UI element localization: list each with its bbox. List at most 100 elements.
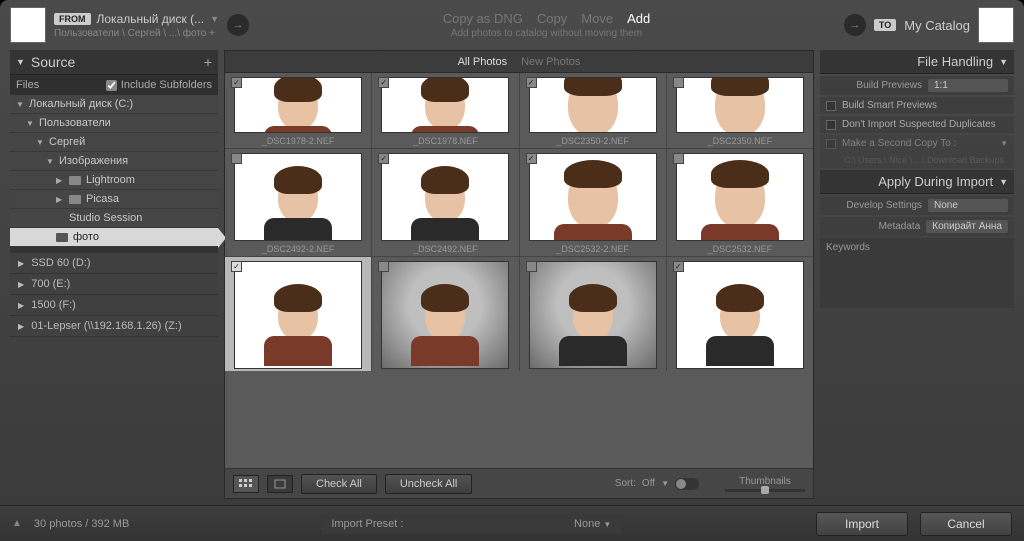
tree-item[interactable]: ▶Picasa <box>10 190 218 209</box>
thumbnail-cell[interactable]: ✓ _DSC2532-2.NEF <box>520 149 666 256</box>
include-subfolders-toggle[interactable]: Include Subfolders <box>106 79 212 91</box>
thumbnail-cell[interactable]: ✓ <box>667 257 813 371</box>
loupe-view-button[interactable] <box>267 475 293 493</box>
thumbnail-cell[interactable]: ✓ <box>225 257 371 371</box>
uncheck-all-button[interactable]: Uncheck All <box>385 474 472 494</box>
cancel-button[interactable]: Cancel <box>920 512 1012 536</box>
thumbnail-image[interactable] <box>529 77 657 133</box>
thumbnail-cell[interactable]: ✓ _DSC1978.NEF <box>372 73 518 148</box>
thumbnail-cell[interactable]: ✓_DSC2492.NEF <box>372 149 518 256</box>
tree-item[interactable]: ▼Пользователи <box>10 114 218 133</box>
tree-item[interactable]: Studio Session <box>10 209 218 228</box>
tree-item[interactable]: ▼Сергей <box>10 133 218 152</box>
thumbnail-checkbox[interactable] <box>231 153 242 164</box>
sort-dropdown-icon[interactable]: ▼ <box>661 479 669 488</box>
thumbnail-checkbox[interactable]: ✓ <box>231 261 242 272</box>
second-copy-label: Make a Second Copy To : <box>842 138 956 149</box>
thumbnail-checkbox[interactable] <box>673 153 684 164</box>
thumbnail-checkbox[interactable]: ✓ <box>378 77 389 88</box>
check-all-button[interactable]: Check All <box>301 474 377 494</box>
thumbnail-cell[interactable] <box>372 257 518 371</box>
import-mode-copy[interactable]: Copy <box>537 11 567 26</box>
action-subtitle: Add photos to catalog without moving the… <box>257 28 836 39</box>
smart-previews-checkbox[interactable] <box>826 101 836 111</box>
tab-new-photos[interactable]: New Photos <box>521 56 580 68</box>
thumbnail-cell[interactable]: _DSC2532.NEF <box>667 149 813 256</box>
thumbnail-checkbox[interactable]: ✓ <box>378 153 389 164</box>
tree-item[interactable]: ▶Lightroom <box>10 171 218 190</box>
import-mode-add[interactable]: Add <box>627 11 650 26</box>
thumbnail-image[interactable] <box>381 261 509 369</box>
thumbnail-filename: _DSC2492-2.NEF <box>262 244 335 254</box>
thumbnail-image[interactable] <box>529 153 657 241</box>
import-preset-select[interactable]: Import Preset : None ▼ <box>321 514 621 534</box>
thumbnail-image[interactable] <box>529 261 657 369</box>
thumbnail-image[interactable] <box>381 77 509 133</box>
sort-value[interactable]: Off <box>642 478 655 489</box>
to-thumbnail <box>978 7 1014 43</box>
thumbnail-checkbox[interactable]: ✓ <box>526 77 537 88</box>
thumbnail-image[interactable] <box>234 77 362 133</box>
thumbnail-cell[interactable]: ✓ _DSC1978-2.NEF <box>225 73 371 148</box>
thumbnail-filename: _DSC2532-2.NEF <box>556 244 629 254</box>
import-mode-copy-as-dng[interactable]: Copy as DNG <box>443 11 523 26</box>
from-dropdown-icon[interactable]: ▼ <box>210 14 219 24</box>
nav-right-to-icon[interactable]: → <box>844 14 866 36</box>
metadata-select[interactable]: Копирайт Анна <box>926 220 1008 233</box>
tab-all-photos[interactable]: All Photos <box>458 56 508 68</box>
thumbnail-image[interactable] <box>676 261 804 369</box>
include-subfolders-checkbox[interactable] <box>106 80 117 91</box>
drive-row[interactable]: ▶ 1500 (F:) <box>10 295 218 316</box>
from-source-label[interactable]: Локальный диск (... <box>97 12 205 26</box>
no-duplicates-label: Don't Import Suspected Duplicates <box>842 119 996 130</box>
apply-during-import-header[interactable]: Apply During Import ▼ <box>820 170 1014 194</box>
thumbnail-checkbox[interactable] <box>378 261 389 272</box>
drive-row[interactable]: ▶ 700 (E:) <box>10 274 218 295</box>
import-mode-move[interactable]: Move <box>581 11 613 26</box>
folder-icon <box>69 195 81 204</box>
thumbnail-image[interactable] <box>234 153 362 241</box>
tree-item[interactable]: фото <box>10 228 218 247</box>
thumbnail-cell[interactable]: _DSC2492-2.NEF <box>225 149 371 256</box>
to-catalog-label[interactable]: My Catalog <box>904 18 970 33</box>
thumbnail-cell[interactable]: _DSC2350.NEF <box>667 73 813 148</box>
thumbnail-image[interactable] <box>234 261 362 369</box>
thumbnail-checkbox[interactable] <box>526 261 537 272</box>
thumbnails-size-slider[interactable] <box>725 489 805 492</box>
tree-item[interactable]: ▼Изображения <box>10 152 218 171</box>
import-button[interactable]: Import <box>816 512 908 536</box>
grid-icon <box>239 479 253 489</box>
thumbnail-filename: _DSC2350-2.NEF <box>556 136 629 146</box>
expand-footer-icon[interactable]: ▲ <box>12 518 22 529</box>
thumbnail-cell[interactable]: ✓ _DSC2350-2.NEF <box>520 73 666 148</box>
thumbnail-image[interactable] <box>676 153 804 241</box>
nav-right-from-icon[interactable]: → <box>227 14 249 36</box>
from-badge: FROM <box>54 13 91 25</box>
thumbnail-filename: _DSC2350.NEF <box>708 136 773 146</box>
no-duplicates-checkbox[interactable] <box>826 120 836 130</box>
keywords-input[interactable]: Keywords <box>820 238 1014 308</box>
thumbnail-checkbox[interactable]: ✓ <box>526 153 537 164</box>
source-panel-header[interactable]: ▼ Source + <box>10 50 218 75</box>
build-previews-select[interactable]: 1:1 <box>928 79 1008 92</box>
thumbnail-cell[interactable] <box>520 257 666 371</box>
thumbnail-filename: _DSC1978-2.NEF <box>262 136 335 146</box>
drive-row[interactable]: ▶ 01-Lepser (\\192.168.1.26) (Z:) <box>10 316 218 337</box>
thumbnail-image[interactable] <box>381 153 509 241</box>
thumbnail-checkbox[interactable]: ✓ <box>231 77 242 88</box>
thumbnail-checkbox[interactable] <box>673 77 684 88</box>
thumbnail-image[interactable] <box>676 77 804 133</box>
drive-row[interactable]: ▶ SSD 60 (D:) <box>10 253 218 274</box>
file-handling-header[interactable]: File Handling ▼ <box>820 50 1014 74</box>
folder-icon <box>69 176 81 185</box>
sort-direction-toggle[interactable] <box>675 478 699 490</box>
thumbnail-checkbox[interactable]: ✓ <box>673 261 684 272</box>
tree-item[interactable]: ▼Локальный диск (C:) <box>10 95 218 114</box>
thumbnail-filename: _DSC1978.NEF <box>413 136 478 146</box>
grid-view-button[interactable] <box>233 475 259 493</box>
chevron-down-icon[interactable]: ▼ <box>1000 139 1008 148</box>
develop-settings-select[interactable]: None <box>928 199 1008 212</box>
build-previews-label: Build Previews <box>856 80 922 91</box>
add-source-icon[interactable]: + <box>204 54 212 70</box>
second-copy-checkbox[interactable] <box>826 139 836 149</box>
